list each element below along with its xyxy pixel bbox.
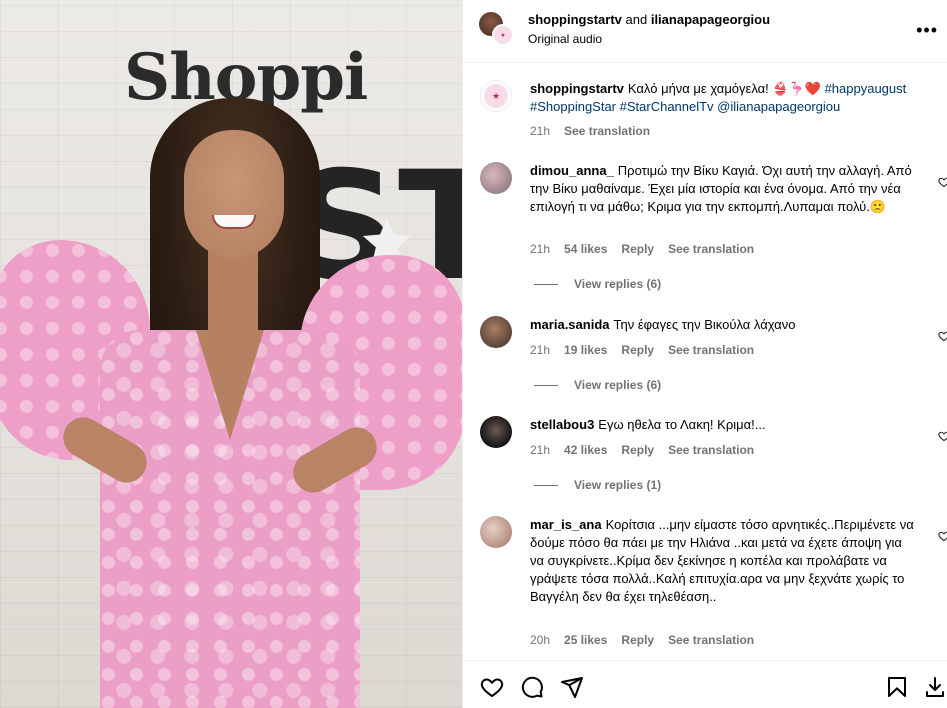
post-authors: shoppingstartv and ilianapapageorgiou — [528, 12, 770, 27]
bookmark-icon[interactable] — [885, 675, 909, 699]
comment-text: maria.sanida Την έφαγες την Βικούλα λάχαν… — [530, 316, 930, 334]
reply-button[interactable]: Reply — [621, 443, 654, 457]
caption-username[interactable]: shoppingstartv — [530, 81, 624, 96]
comment-body: Εγω ηθελα το Λακη! Κριμα!... — [598, 417, 766, 432]
more-options-icon[interactable]: ••• — [916, 20, 938, 41]
comment-username[interactable]: maria.sanida — [530, 317, 610, 332]
like-count[interactable]: 54 likes — [564, 242, 607, 256]
post-side-panel: ★ shoppingstartv and ilianapapageorgiou … — [462, 0, 947, 708]
comment-text: dimou_anna_ Προτιμώ την Βίκυ Καγιά. Όχι α… — [530, 162, 918, 216]
dress-neckline — [196, 330, 264, 440]
caption-text: shoppingstartv Καλό μήνα με χαμόγελα! 👙🦩❤… — [530, 80, 930, 116]
reply-button[interactable]: Reply — [621, 242, 654, 256]
reply-button[interactable]: Reply — [621, 343, 654, 357]
view-replies-button[interactable]: View replies (6) — [534, 378, 661, 392]
author-link[interactable]: shoppingstartv — [528, 12, 622, 27]
post-photo[interactable]: Shoppi STA — [0, 0, 462, 708]
view-replies-button[interactable]: View replies (1) — [534, 478, 661, 492]
timestamp[interactable]: 21h — [530, 242, 550, 256]
heart-icon[interactable] — [938, 330, 947, 342]
timestamp[interactable]: 21h — [530, 443, 550, 457]
timestamp[interactable]: 20h — [530, 633, 550, 647]
post-action-bar — [463, 660, 947, 708]
reply-button[interactable]: Reply — [621, 633, 654, 647]
person-face — [184, 130, 284, 258]
timestamp[interactable]: 21h — [530, 124, 550, 138]
comment-text: mar_is_ana Κορίτσια ...μην είμαστε τόσο α… — [530, 516, 918, 606]
comment-meta: 21h 42 likes Reply See translation — [530, 443, 768, 457]
see-translation-link[interactable]: See translation — [564, 124, 650, 138]
like-count[interactable]: 42 likes — [564, 443, 607, 457]
download-icon[interactable] — [923, 675, 947, 699]
see-translation-link[interactable]: See translation — [668, 242, 754, 256]
coauthor-link[interactable]: ilianapapageorgiou — [651, 12, 770, 27]
view-replies-button[interactable]: View replies (6) — [534, 277, 661, 291]
share-icon[interactable] — [560, 675, 584, 699]
view-replies-label: View replies (6) — [574, 378, 662, 392]
timestamp[interactable]: 21h — [530, 343, 550, 357]
divider — [534, 485, 558, 487]
comment-text: stellabou3 Εγω ηθελα το Λακη! Κριμα!... — [530, 416, 930, 434]
heart-icon[interactable] — [938, 176, 947, 188]
view-replies-label: View replies (6) — [574, 277, 662, 291]
comment-username[interactable]: mar_is_ana — [530, 517, 602, 532]
avatar[interactable] — [480, 416, 512, 448]
heart-icon[interactable] — [480, 675, 504, 699]
comment-meta: 20h 25 likes Reply See translation — [530, 633, 768, 647]
heart-icon[interactable] — [938, 530, 947, 542]
post-header: ★ shoppingstartv and ilianapapageorgiou … — [463, 0, 947, 63]
see-translation-link[interactable]: See translation — [668, 633, 754, 647]
see-translation-link[interactable]: See translation — [668, 443, 754, 457]
avatar[interactable] — [480, 316, 512, 348]
comment-icon[interactable] — [520, 675, 544, 699]
caption-meta: 21h See translation — [530, 124, 664, 138]
heart-icon[interactable] — [938, 430, 947, 442]
author-and: and — [621, 12, 651, 27]
comment-meta: 21h 54 likes Reply See translation — [530, 242, 768, 256]
avatar[interactable] — [480, 162, 512, 194]
comment-body: Την έφαγες την Βικούλα λάχανο — [613, 317, 796, 332]
view-replies-label: View replies (1) — [574, 478, 662, 492]
divider — [534, 284, 558, 286]
divider — [534, 385, 558, 387]
comment-meta: 21h 19 likes Reply See translation — [530, 343, 768, 357]
caption-body: Καλό μήνα με χαμόγελα! 👙🦩❤️ — [627, 81, 821, 96]
see-translation-link[interactable]: See translation — [668, 343, 754, 357]
comment-username[interactable]: stellabou3 — [530, 417, 594, 432]
comment-username[interactable]: dimou_anna_ — [530, 163, 614, 178]
like-count[interactable]: 25 likes — [564, 633, 607, 647]
audio-link[interactable]: Original audio — [528, 32, 602, 46]
avatar[interactable]: ★ — [480, 80, 512, 112]
avatar[interactable] — [480, 516, 512, 548]
avatar-shoppingstar[interactable]: ★ — [492, 24, 514, 46]
like-count[interactable]: 19 likes — [564, 343, 607, 357]
